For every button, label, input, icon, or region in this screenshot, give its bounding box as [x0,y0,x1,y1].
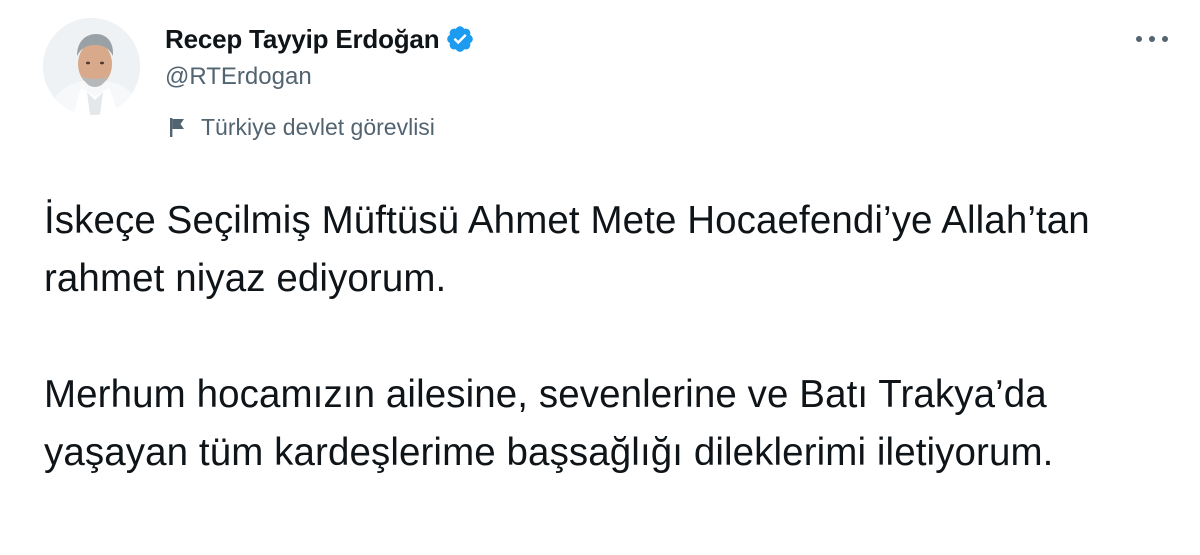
name-row: Recep Tayyip Erdoğan [165,22,475,56]
government-label-text: Türkiye devlet görevlisi [201,113,435,140]
handle[interactable]: @RTErdogan [165,62,475,92]
author-info: Recep Tayyip Erdoğan @RTErdogan [165,22,475,92]
avatar[interactable] [43,18,140,115]
tweet-paragraph: Merhum hocamızın ailesine, sevenlerine v… [44,373,1054,474]
tweet-card: Recep Tayyip Erdoğan @RTErdogan Türkiye … [0,0,1200,555]
government-label[interactable]: Türkiye devlet görevlisi [168,112,435,142]
more-options-button[interactable] [1132,24,1172,54]
flag-icon [168,116,188,138]
avatar-image [43,18,140,115]
tweet-paragraph: İskeçe Seçilmiş Müftüsü Ahmet Mete Hocae… [44,199,1090,300]
verified-badge-icon [445,24,475,54]
display-name[interactable]: Recep Tayyip Erdoğan [165,24,440,55]
more-icon [1136,36,1168,42]
tweet-text: İskeçe Seçilmiş Müftüsü Ahmet Mete Hocae… [44,192,1164,482]
